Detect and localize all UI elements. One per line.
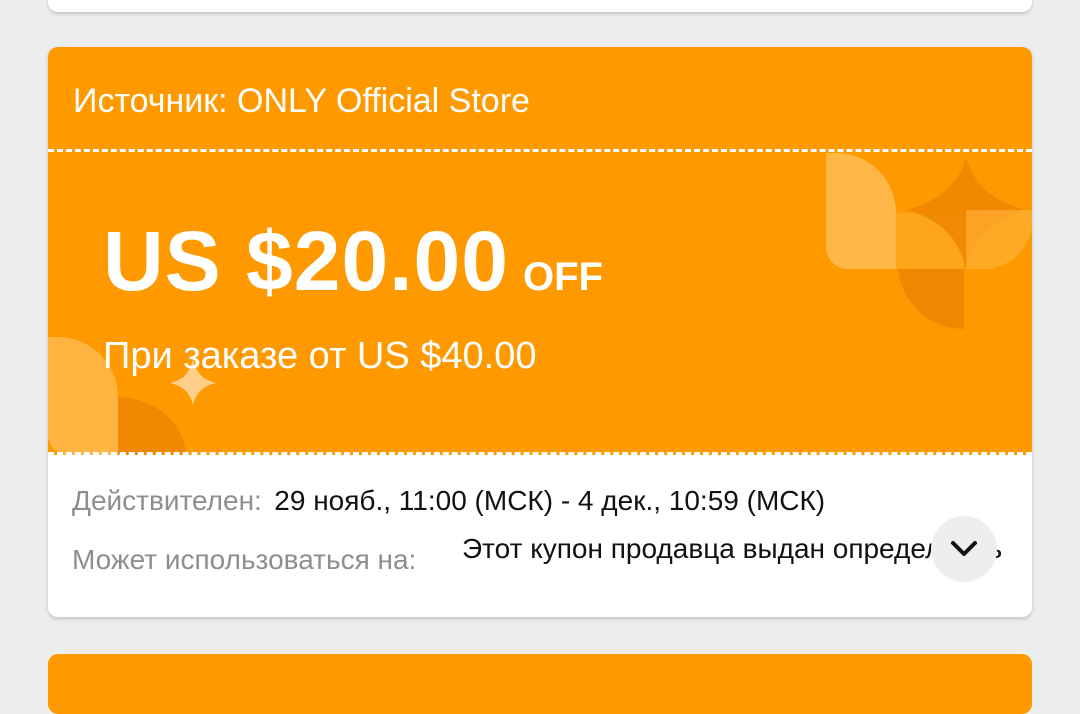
coupon-source: Источник: ONLY Official Store (73, 82, 530, 120)
validity-label: Действителен: (72, 485, 262, 516)
discount-amount: US $20.00 (103, 214, 509, 308)
minimum-order: При заказе от US $40.00 (103, 335, 537, 377)
chevron-down-icon (951, 541, 977, 556)
validity-value: 29 нояб., 11:00 (МСК) - 4 дек., 10:59 (М… (274, 485, 826, 516)
expand-button[interactable] (931, 516, 997, 582)
coupon-card[interactable]: Источник: ONLY Official Store US $20.00 O… (48, 47, 1032, 617)
off-label: OFF (522, 255, 603, 299)
usage-value: Этот купон продавца выдан определенным (462, 533, 1002, 564)
dashed-divider-bottom (48, 452, 1032, 455)
next-coupon-card (48, 654, 1032, 714)
validity-row: Действителен: 29 нояб., 11:00 (МСК) - 4 … (72, 485, 825, 517)
usage-row: Может использоваться на: (72, 544, 416, 576)
coupon-header: Источник: ONLY Official Store US $20.00 O… (48, 47, 1032, 455)
usage-label: Может использоваться на: (72, 544, 417, 575)
dashed-divider-top (48, 149, 1032, 152)
previous-coupon-card (48, 0, 1032, 12)
discount-row: US $20.00 OFF (103, 213, 603, 310)
